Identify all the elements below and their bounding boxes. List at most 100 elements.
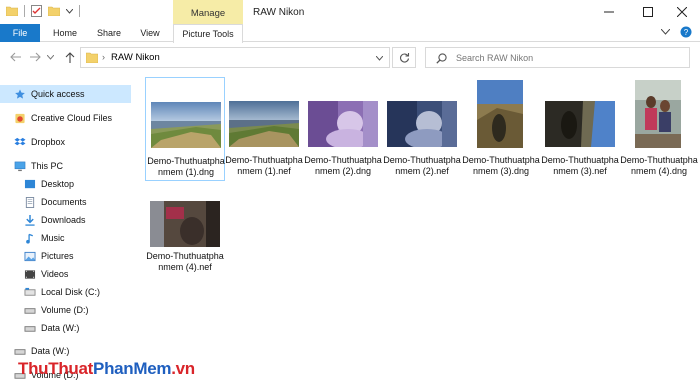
tab-share[interactable]: Share	[90, 24, 128, 42]
forward-button[interactable]	[28, 50, 42, 64]
nav-item-label: Quick access	[31, 89, 85, 99]
nav-item-label: Music	[41, 233, 65, 243]
file-tile[interactable]: Demo-Thuthuatphanmem (2).dng	[303, 77, 383, 181]
recent-locations-button[interactable]	[45, 50, 55, 64]
file-list: Demo-Thuthuatphanmem (1).dng Demo-Thuthu…	[140, 72, 698, 382]
image-thumbnail	[151, 102, 221, 148]
divider	[24, 5, 25, 17]
image-thumbnail	[635, 80, 681, 148]
image-thumbnail	[229, 101, 299, 147]
ribbon-controls: ?	[661, 26, 692, 38]
file-name: Demo-Thuthuatphanmem (3).nef	[541, 155, 619, 176]
refresh-button[interactable]	[392, 47, 416, 68]
dropbox-icon	[14, 137, 26, 145]
nav-item-label: This PC	[31, 161, 64, 171]
arrow-right-icon	[29, 52, 41, 62]
file-tile[interactable]: Demo-Thuthuatphanmem (4).nef	[145, 197, 225, 301]
search-box[interactable]: Search RAW Nikon	[425, 47, 690, 68]
file-tile[interactable]: Demo-Thuthuatphanmem (2).nef	[382, 77, 462, 181]
close-icon	[677, 7, 687, 17]
nav-item-label: Data (W:)	[41, 323, 80, 333]
nav-item-label: Pictures	[41, 251, 74, 261]
breadcrumb[interactable]: RAW Nikon	[111, 52, 160, 63]
file-tile[interactable]: Demo-Thuthuatphanmem (4).dng	[619, 77, 699, 181]
nav-item-data-w-root[interactable]: Data (W:)	[0, 342, 131, 360]
downloads-icon	[25, 214, 35, 226]
refresh-icon	[399, 53, 409, 63]
maximize-icon	[643, 7, 653, 17]
nav-item-creative-cloud-files[interactable]: Creative Cloud Files	[0, 109, 131, 127]
divider	[79, 5, 80, 17]
music-icon	[26, 233, 33, 244]
pictures-icon	[24, 251, 36, 261]
file-tile[interactable]: Demo-Thuthuatphanmem (3).nef	[540, 77, 620, 181]
nav-item-label: Volume (D:)	[41, 305, 89, 315]
nav-item-desktop[interactable]: Desktop	[0, 175, 131, 193]
file-tile[interactable]: Demo-Thuthuatphanmem (1).dng	[145, 77, 225, 181]
nav-item-label: Videos	[41, 269, 69, 279]
arrow-up-icon	[65, 51, 75, 63]
image-thumbnail	[387, 101, 457, 147]
computer-icon	[14, 161, 26, 171]
nav-item-pictures[interactable]: Pictures	[0, 247, 131, 265]
image-thumbnail	[308, 101, 378, 147]
nav-item-music[interactable]: Music	[0, 229, 131, 247]
nav-item-this-pc[interactable]: This PC	[0, 157, 131, 175]
breadcrumb-separator-icon: ›	[102, 52, 105, 62]
drive-icon	[14, 348, 26, 355]
nav-item-dropbox[interactable]: Dropbox	[0, 133, 131, 151]
search-icon	[436, 53, 447, 64]
svg-text:?: ?	[684, 28, 689, 37]
file-name: Demo-Thuthuatphanmem (1).dng	[147, 156, 225, 177]
help-icon[interactable]: ?	[680, 26, 692, 38]
folder-icon	[86, 52, 98, 63]
up-button[interactable]	[63, 50, 77, 64]
nav-item-label: Documents	[41, 197, 87, 207]
maximize-button[interactable]	[630, 0, 666, 24]
watermark-part: ThuThuat	[18, 359, 94, 378]
file-name: Demo-Thuthuatphanmem (2).dng	[304, 155, 382, 176]
star-icon	[15, 88, 25, 99]
image-thumbnail	[545, 101, 615, 147]
watermark-part: PhanMem	[93, 359, 172, 378]
close-button[interactable]	[664, 0, 700, 24]
window-title: RAW Nikon	[253, 7, 305, 18]
nav-item-videos[interactable]: Videos	[0, 265, 131, 283]
nav-item-label: Local Disk (C:)	[41, 287, 101, 297]
file-tile[interactable]: Demo-Thuthuatphanmem (1).nef	[224, 77, 304, 181]
title-bar: Manage RAW Nikon	[0, 0, 700, 42]
nav-item-label: Dropbox	[31, 137, 66, 147]
nav-item-local-disk-c[interactable]: Local Disk (C:)	[0, 283, 131, 301]
nav-item-data-w[interactable]: Data (W:)	[0, 319, 131, 337]
tab-file[interactable]: File	[0, 24, 40, 42]
drive-icon	[24, 325, 36, 332]
nav-item-label: Data (W:)	[31, 346, 70, 356]
file-name: Demo-Thuthuatphanmem (4).nef	[146, 251, 224, 272]
tab-home[interactable]: Home	[46, 24, 84, 42]
nav-item-volume-d[interactable]: Volume (D:)	[0, 301, 131, 319]
expand-ribbon-icon[interactable]	[661, 29, 670, 35]
nav-item-quick-access[interactable]: Quick access	[0, 85, 131, 103]
chevron-down-icon[interactable]	[376, 56, 383, 61]
videos-icon	[24, 269, 36, 279]
address-row: › RAW Nikon Search RAW Nikon	[0, 44, 700, 70]
file-explorer-window: Manage RAW Nikon File Home Share View Pi…	[0, 0, 700, 387]
new-folder-icon[interactable]	[48, 6, 60, 16]
back-button[interactable]	[8, 50, 22, 64]
file-tile[interactable]: Demo-Thuthuatphanmem (3).dng	[461, 77, 541, 181]
nav-item-downloads[interactable]: Downloads	[0, 211, 131, 229]
file-name: Demo-Thuthuatphanmem (2).nef	[383, 155, 461, 176]
desktop-icon	[24, 179, 36, 188]
search-input[interactable]: Search RAW Nikon	[456, 53, 533, 63]
manage-tab[interactable]: Manage	[173, 8, 243, 19]
documents-icon	[25, 196, 35, 208]
minimize-icon	[604, 11, 614, 13]
chevron-down-icon[interactable]	[66, 8, 73, 14]
address-bar[interactable]: › RAW Nikon	[80, 47, 390, 68]
file-name: Demo-Thuthuatphanmem (4).dng	[620, 155, 698, 176]
tab-view[interactable]: View	[133, 24, 167, 42]
tab-picture-tools[interactable]: Picture Tools	[173, 24, 243, 43]
nav-item-documents[interactable]: Documents	[0, 193, 131, 211]
minimize-button[interactable]	[591, 0, 627, 24]
properties-icon[interactable]	[31, 5, 42, 17]
